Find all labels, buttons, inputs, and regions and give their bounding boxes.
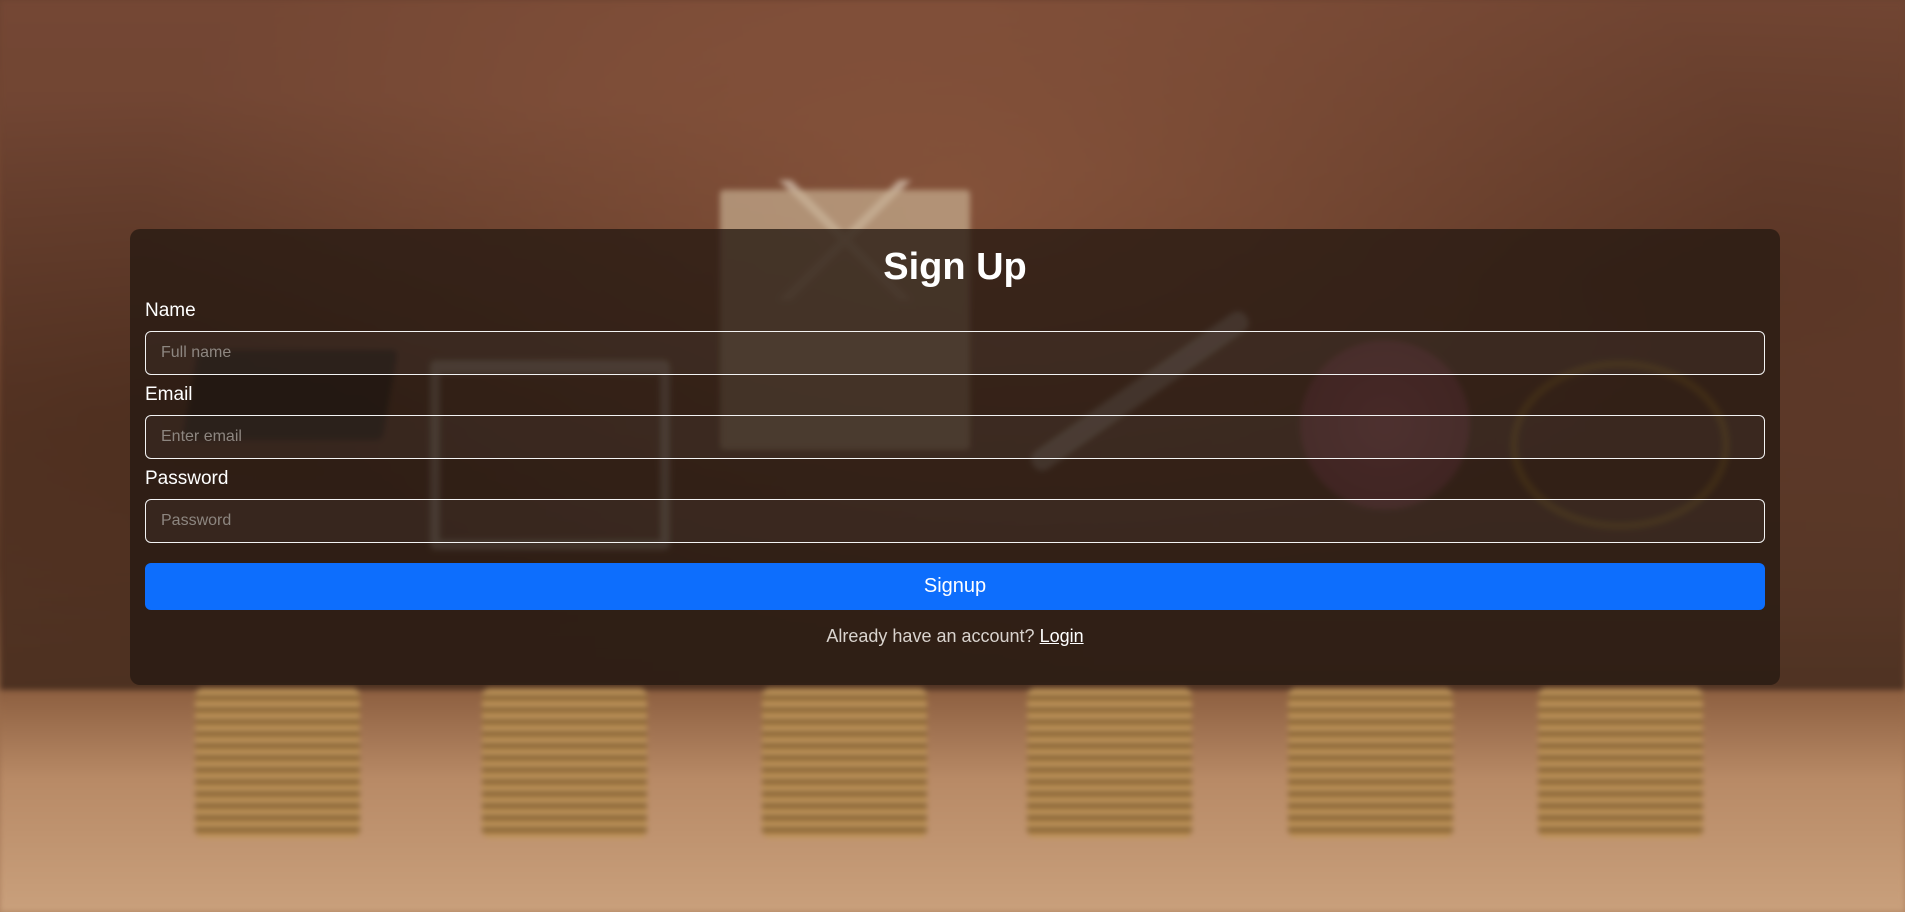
login-prompt-text: Already have an account?	[826, 626, 1035, 646]
name-label: Name	[145, 300, 196, 321]
login-link[interactable]: Login	[1040, 626, 1084, 646]
password-input[interactable]	[145, 499, 1765, 543]
login-prompt: Already have an account? Login	[145, 624, 1765, 648]
name-input[interactable]	[145, 331, 1765, 375]
coin-stack	[482, 688, 647, 838]
coin-stack	[762, 688, 927, 838]
coin-stack	[1288, 688, 1453, 838]
email-input[interactable]	[145, 415, 1765, 459]
coin-stack	[1538, 688, 1703, 838]
page-title: Sign Up	[883, 246, 1027, 288]
coin-stack	[1027, 688, 1192, 838]
signup-card: Sign Up Name Email Password Signup Alrea…	[130, 229, 1780, 685]
signup-button[interactable]: Signup	[145, 563, 1765, 610]
password-label: Password	[145, 468, 229, 489]
coin-stack	[195, 688, 360, 838]
email-label: Email	[145, 384, 193, 405]
